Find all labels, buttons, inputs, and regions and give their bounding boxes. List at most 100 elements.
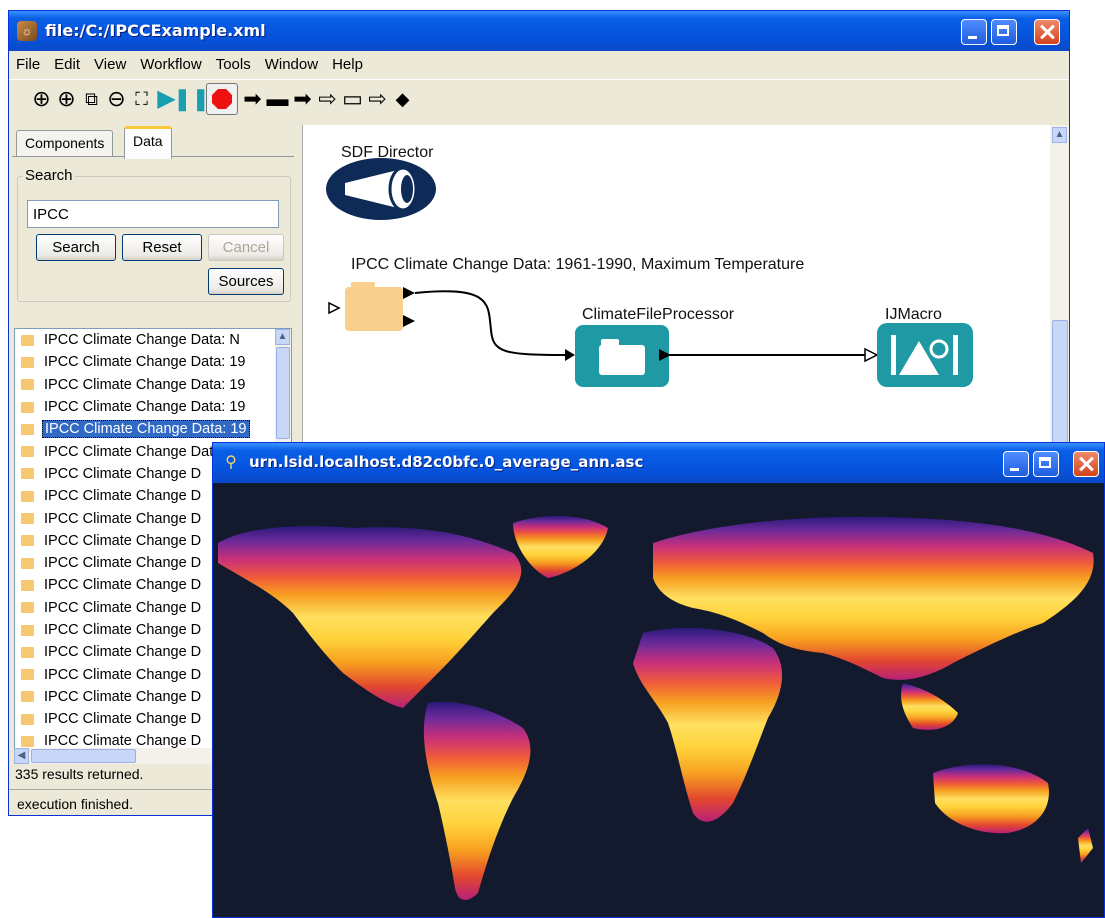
folder-icon: [21, 624, 34, 636]
cancel-button[interactable]: Cancel: [208, 234, 284, 261]
folder-icon: [21, 423, 34, 435]
menu-bar: File Edit View Workflow Tools Window Hel…: [9, 51, 1069, 77]
folder-icon: [21, 334, 34, 346]
search-input[interactable]: IPCC: [27, 200, 279, 228]
australia: [933, 764, 1049, 834]
list-item-label: IPCC Climate Change D: [44, 666, 202, 683]
image-titlebar[interactable]: ⚲ urn.lsid.localhost.d82c0bfc.0_average_…: [213, 443, 1104, 483]
folder-icon: [21, 713, 34, 725]
folder-icon: [21, 379, 34, 391]
menu-file[interactable]: File: [9, 56, 47, 73]
list-item[interactable]: IPCC Climate Change Data: N: [15, 329, 291, 351]
canvas-scrollbar[interactable]: ▲: [1050, 125, 1069, 445]
zoom-fit-icon[interactable]: ⧉: [81, 86, 102, 112]
ijmacro-label: IJMacro: [885, 306, 942, 323]
workflow-canvas[interactable]: SDF Director IPCC Climate Change Data: 1…: [302, 125, 1051, 445]
list-item[interactable]: IPCC Climate Change Data: 19: [15, 396, 291, 418]
list-item-label: IPCC Climate Change Data: 19: [44, 376, 246, 393]
ijmacro-actor[interactable]: [877, 323, 973, 387]
list-item-label: IPCC Climate Change D: [44, 711, 202, 728]
data-source-label: IPCC Climate Change Data: 1961-1990, Max…: [351, 256, 805, 273]
list-item-label: IPCC Climate Change D: [44, 555, 202, 572]
list-item-label: IPCC Climate Change D: [44, 577, 202, 594]
flag-icon[interactable]: ▬: [267, 86, 289, 112]
folder-icon: [21, 691, 34, 703]
list-item-label: IPCC Climate Change Data: 19: [44, 354, 246, 371]
scroll-up-icon[interactable]: ▲: [275, 329, 290, 345]
image-window: ⚲ urn.lsid.localhost.d82c0bfc.0_average_…: [212, 442, 1105, 918]
panel-tabs: Components Data: [12, 126, 294, 159]
zoom-reset-icon[interactable]: ⊕: [56, 86, 77, 112]
folder-icon: [21, 579, 34, 591]
folder-icon: [21, 490, 34, 502]
sources-button[interactable]: Sources: [208, 268, 284, 295]
search-legend: Search: [23, 167, 75, 184]
menu-workflow[interactable]: Workflow: [133, 56, 208, 73]
list-item[interactable]: IPCC Climate Change Data: 19: [15, 418, 291, 440]
flag-outline-icon[interactable]: ▭: [342, 86, 363, 112]
list-item-label: IPCC Climate Change D: [44, 644, 202, 661]
tab-data[interactable]: Data: [124, 126, 172, 159]
maximize-button[interactable]: [991, 19, 1017, 45]
search-group: Search IPCC Search Reset Cancel Sources: [17, 167, 291, 302]
menu-help[interactable]: Help: [325, 56, 370, 73]
folder-icon: [21, 646, 34, 658]
folder-icon: [21, 513, 34, 525]
folder-icon: [21, 468, 34, 480]
image-minimize-button[interactable]: [1003, 451, 1029, 477]
main-titlebar[interactable]: ☼ file:/C:/IPCCExample.xml: [9, 11, 1069, 51]
zoom-in-icon[interactable]: ⊕: [31, 86, 52, 112]
arrow-outline-2-icon[interactable]: ⇨: [367, 86, 388, 112]
scroll-left-icon[interactable]: ◀: [14, 748, 29, 764]
minimize-button[interactable]: [961, 19, 987, 45]
reset-button[interactable]: Reset: [122, 234, 202, 261]
stop-icon[interactable]: [206, 83, 238, 115]
list-item[interactable]: IPCC Climate Change Data: 19: [15, 374, 291, 396]
arrow-outline-icon[interactable]: ⇨: [317, 86, 338, 112]
canvas-scroll-thumb[interactable]: [1052, 320, 1068, 445]
full-screen-icon[interactable]: ⛶: [131, 86, 152, 112]
menu-window[interactable]: Window: [258, 56, 325, 73]
list-item-label: IPCC Climate Change D: [44, 622, 202, 638]
arrow-right-icon[interactable]: ➡: [242, 86, 263, 112]
image-window-title: urn.lsid.localhost.d82c0bfc.0_average_an…: [249, 453, 644, 471]
processor-label: ClimateFileProcessor: [582, 306, 735, 323]
diamond-icon[interactable]: ◆: [392, 86, 413, 112]
menu-tools[interactable]: Tools: [209, 56, 258, 73]
sdf-director-icon[interactable]: [326, 158, 436, 220]
folder-icon: [21, 446, 34, 458]
menu-edit[interactable]: Edit: [47, 56, 87, 73]
toolbar: ⊕ ⊕ ⧉ ⊖ ⛶ ▶ ❚❚ ➡ ▬ ➡ ⇨ ▭ ⇨ ◆: [9, 79, 1069, 118]
image-maximize-button[interactable]: [1033, 451, 1059, 477]
africa: [633, 628, 783, 822]
list-scroll-thumb[interactable]: [276, 347, 290, 439]
tab-components[interactable]: Components: [16, 130, 114, 156]
window-title: file:/C:/IPCCExample.xml: [45, 21, 266, 40]
folder-icon: [21, 735, 34, 747]
north-america: [218, 526, 522, 708]
south-america: [423, 701, 531, 900]
climate-file-processor-actor[interactable]: [575, 325, 671, 387]
folder-icon: [21, 602, 34, 614]
zoom-out-icon[interactable]: ⊖: [106, 86, 127, 112]
list-hscroll-thumb[interactable]: [31, 749, 136, 763]
director-label: SDF Director: [341, 144, 434, 161]
arrow-bold-icon[interactable]: ➡: [292, 86, 313, 112]
list-item-label: IPCC Climate Change Data: N: [44, 332, 240, 349]
list-item[interactable]: IPCC Climate Change Data: 19: [15, 351, 291, 373]
folder-icon: [21, 535, 34, 547]
data-source-actor[interactable]: [328, 282, 415, 331]
list-item-label: IPCC Climate Change D: [44, 688, 202, 705]
list-item-label: IPCC Climate Change D: [44, 532, 202, 549]
close-button[interactable]: [1034, 19, 1060, 45]
workflow-graph: [326, 158, 973, 387]
results-count: 335 results returned.: [15, 766, 144, 782]
canvas-scroll-up-icon[interactable]: ▲: [1052, 127, 1067, 143]
list-item-label: IPCC Climate Change D: [44, 488, 202, 505]
image-close-button[interactable]: [1073, 451, 1099, 477]
folder-icon: [21, 401, 34, 413]
menu-view[interactable]: View: [87, 56, 133, 73]
pause-icon[interactable]: ❚❚: [173, 86, 210, 112]
search-button[interactable]: Search: [36, 234, 116, 261]
folder-icon: [21, 557, 34, 569]
